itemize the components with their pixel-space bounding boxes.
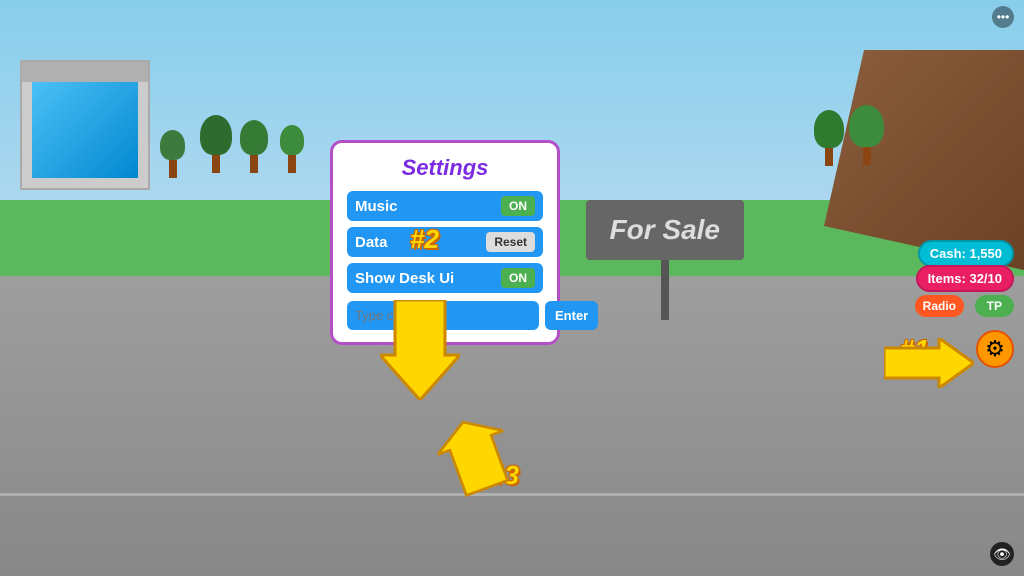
hud-cash: Cash: 1,550 — [918, 240, 1014, 267]
settings-show-desk-toggle[interactable]: ON — [501, 268, 535, 288]
tree-5 — [814, 110, 844, 166]
step-2-label: #2 — [410, 224, 439, 255]
settings-show-desk-label: Show Desk Ui — [355, 270, 454, 287]
tree-3 — [240, 120, 268, 173]
settings-data-label: Data — [355, 234, 388, 251]
for-sale-sign-text: For Sale — [586, 200, 744, 260]
tree-6 — [849, 105, 884, 165]
tree-1 — [160, 130, 185, 178]
settings-data-row: Data Reset — [347, 227, 543, 257]
tree-2 — [200, 115, 232, 173]
hud-tp-button[interactable]: TP — [975, 295, 1014, 317]
road-line — [0, 493, 1024, 496]
settings-data-reset[interactable]: Reset — [486, 232, 535, 252]
hud-items: Items: 32/10 — [916, 265, 1014, 292]
arrow-down-icon — [380, 300, 460, 400]
for-sale-sign-post — [661, 260, 669, 320]
for-sale-sign: For Sale — [586, 200, 744, 320]
gear-settings-icon[interactable]: ⚙ — [976, 330, 1014, 368]
settings-music-toggle[interactable]: ON — [501, 196, 535, 216]
arrow-right-icon — [884, 338, 974, 388]
hud-radio-button[interactable]: Radio — [915, 295, 964, 317]
enter-button[interactable]: Enter — [545, 301, 598, 330]
settings-title: Settings — [347, 155, 543, 181]
tree-4 — [280, 125, 304, 173]
building-left — [20, 60, 150, 190]
settings-music-label: Music — [355, 198, 398, 215]
settings-music-row: Music ON — [347, 191, 543, 221]
eye-icon: 👁 — [990, 542, 1014, 566]
settings-show-desk-row: Show Desk Ui ON — [347, 263, 543, 293]
more-options-button[interactable]: ••• — [992, 6, 1014, 28]
